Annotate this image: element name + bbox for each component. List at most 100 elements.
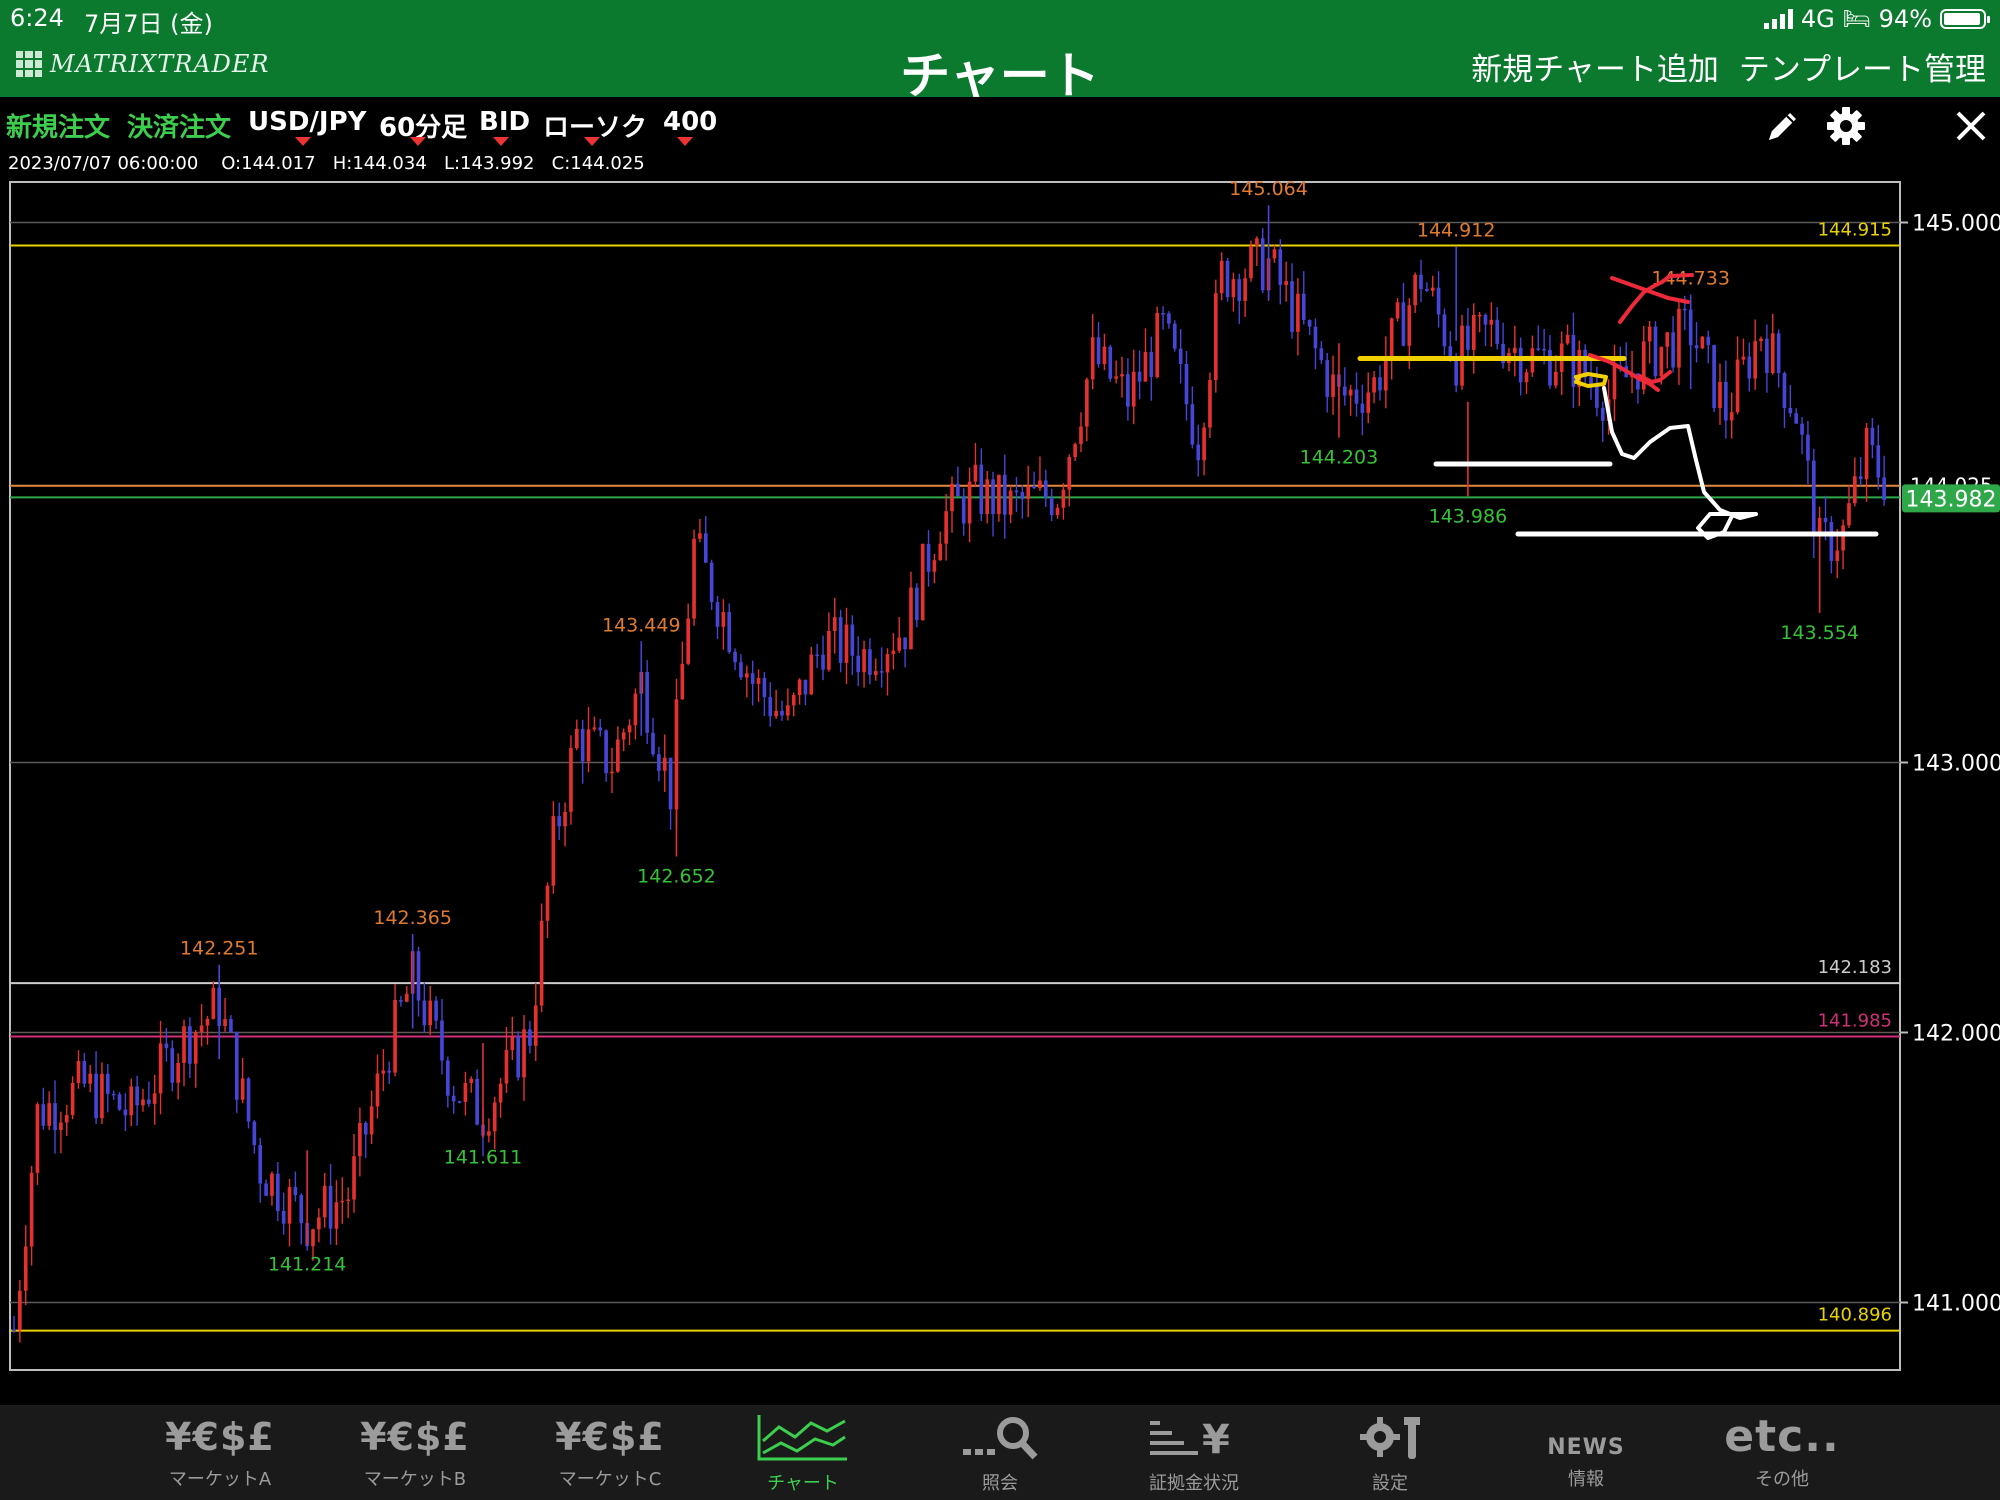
candle-body [897,637,902,651]
candle-body [1401,302,1406,346]
tab-settings[interactable]: 設定 [1320,1413,1460,1495]
candle-body [604,730,608,774]
candle-body [1700,336,1705,349]
candle-body [346,1199,350,1202]
candle-body [786,705,790,716]
high-price-label: 142.365 [373,907,452,929]
candle-body [850,624,855,656]
candle-body [311,1229,315,1247]
candle-body [1284,281,1288,285]
candle-body [188,1026,192,1064]
y-tick-label: 142.000 [1912,1022,2000,1047]
candle-body [580,728,585,762]
candle-body [1512,347,1517,353]
price-level-label: 144.915 [1818,219,1892,240]
y-tick-label: 143.000 [1912,752,2000,777]
candle-body [1665,332,1670,347]
candle-body [744,673,749,678]
new-order-button[interactable]: 新規注文 [6,107,110,144]
candle-body [387,1070,392,1073]
candle-body [915,587,919,621]
candle-body [1811,460,1816,537]
candle-body [1161,313,1165,315]
candle-body [1853,476,1857,504]
candle-body [416,951,421,1001]
tab-market-a[interactable]: ¥€$£ マーケットA [150,1413,290,1491]
candle-body [592,727,597,730]
candle-body [76,1061,81,1084]
candle-body [1184,363,1189,405]
candle-body [797,679,802,695]
candle-body [111,1093,116,1096]
candle-body [1237,279,1242,301]
candle-body [475,1078,479,1125]
pencil-icon[interactable] [1762,105,1804,147]
candle-body [1143,352,1148,382]
candle-body [1788,407,1793,414]
candle-body [926,543,931,572]
candle-body [1712,345,1716,408]
candle-body [873,671,878,675]
candle-body [440,1020,444,1061]
candle-body [1149,352,1154,378]
candle-body [762,678,767,698]
candle-body [135,1086,139,1106]
y-tick-label: 141.000 [1912,1292,2000,1317]
candle-body [1407,305,1412,346]
candle-body [1085,379,1089,427]
tab-chart[interactable]: チャート [733,1413,873,1495]
low-price-label: 141.611 [444,1147,523,1169]
low-price-label: 142.652 [637,865,716,887]
add-chart-button[interactable]: 新規チャート追加 [1471,44,1719,89]
candle-body [1120,374,1124,377]
candle-body [528,1029,532,1046]
currency-pair-select[interactable]: USD/JPY [248,107,366,137]
candle-body [838,617,843,663]
candle-body [393,999,397,1073]
candle-body [205,1018,210,1026]
candle-body [979,464,984,515]
candle-body [1706,336,1711,346]
candle-body [809,654,814,695]
tab-other[interactable]: etc.. その他 [1712,1413,1852,1491]
chart-area[interactable]: 144.915 142.183 141.985 140.896 142.251 142.… [0,170,2000,1406]
price-chart[interactable]: 144.915 142.183 141.985 140.896 142.251 142.… [0,170,2000,1406]
candle-body [199,1025,204,1033]
candle-body [1137,371,1142,382]
candle-body [1735,359,1740,413]
price-type-select[interactable]: BID [479,107,530,137]
candle-body [1114,376,1118,379]
candle-body [1419,274,1423,289]
gear-icon[interactable] [1825,105,1867,147]
candle-body [1043,480,1048,498]
settle-order-button[interactable]: 決済注文 [127,107,231,144]
candle-body [1724,381,1728,421]
candle-body [1794,413,1799,424]
candle-body [94,1073,98,1119]
tab-market-c[interactable]: ¥€$£ マーケットC [540,1413,680,1491]
candle-body [1178,348,1183,364]
candle-body [1348,389,1353,396]
candle-body [950,483,954,512]
candle-body [909,587,913,650]
bar-count-select[interactable]: 400 [663,107,717,137]
candle-body [885,654,890,673]
candle-body [1870,427,1875,446]
close-icon[interactable] [1950,105,1992,147]
tab-margin-status[interactable]: ¥ 証拠金状況 [1124,1413,1264,1495]
candle-body [944,511,948,544]
chevron-down-icon [493,137,509,146]
candle-body [1782,373,1787,408]
tab-news[interactable]: NEWS 情報 [1516,1413,1656,1491]
tab-inquiry[interactable]: 照会 [930,1413,1070,1495]
candle-body [328,1185,333,1229]
template-manage-button[interactable]: テンプレート管理 [1739,44,1986,89]
candle-body [123,1109,128,1116]
tab-market-b[interactable]: ¥€$£ マーケットB [345,1413,485,1491]
candle-body [1049,497,1054,516]
candle-body [399,999,403,1002]
candle-body [281,1210,286,1224]
candle-body [1108,346,1113,379]
candle-body [633,693,638,726]
network-type: 4G [1800,5,1835,33]
